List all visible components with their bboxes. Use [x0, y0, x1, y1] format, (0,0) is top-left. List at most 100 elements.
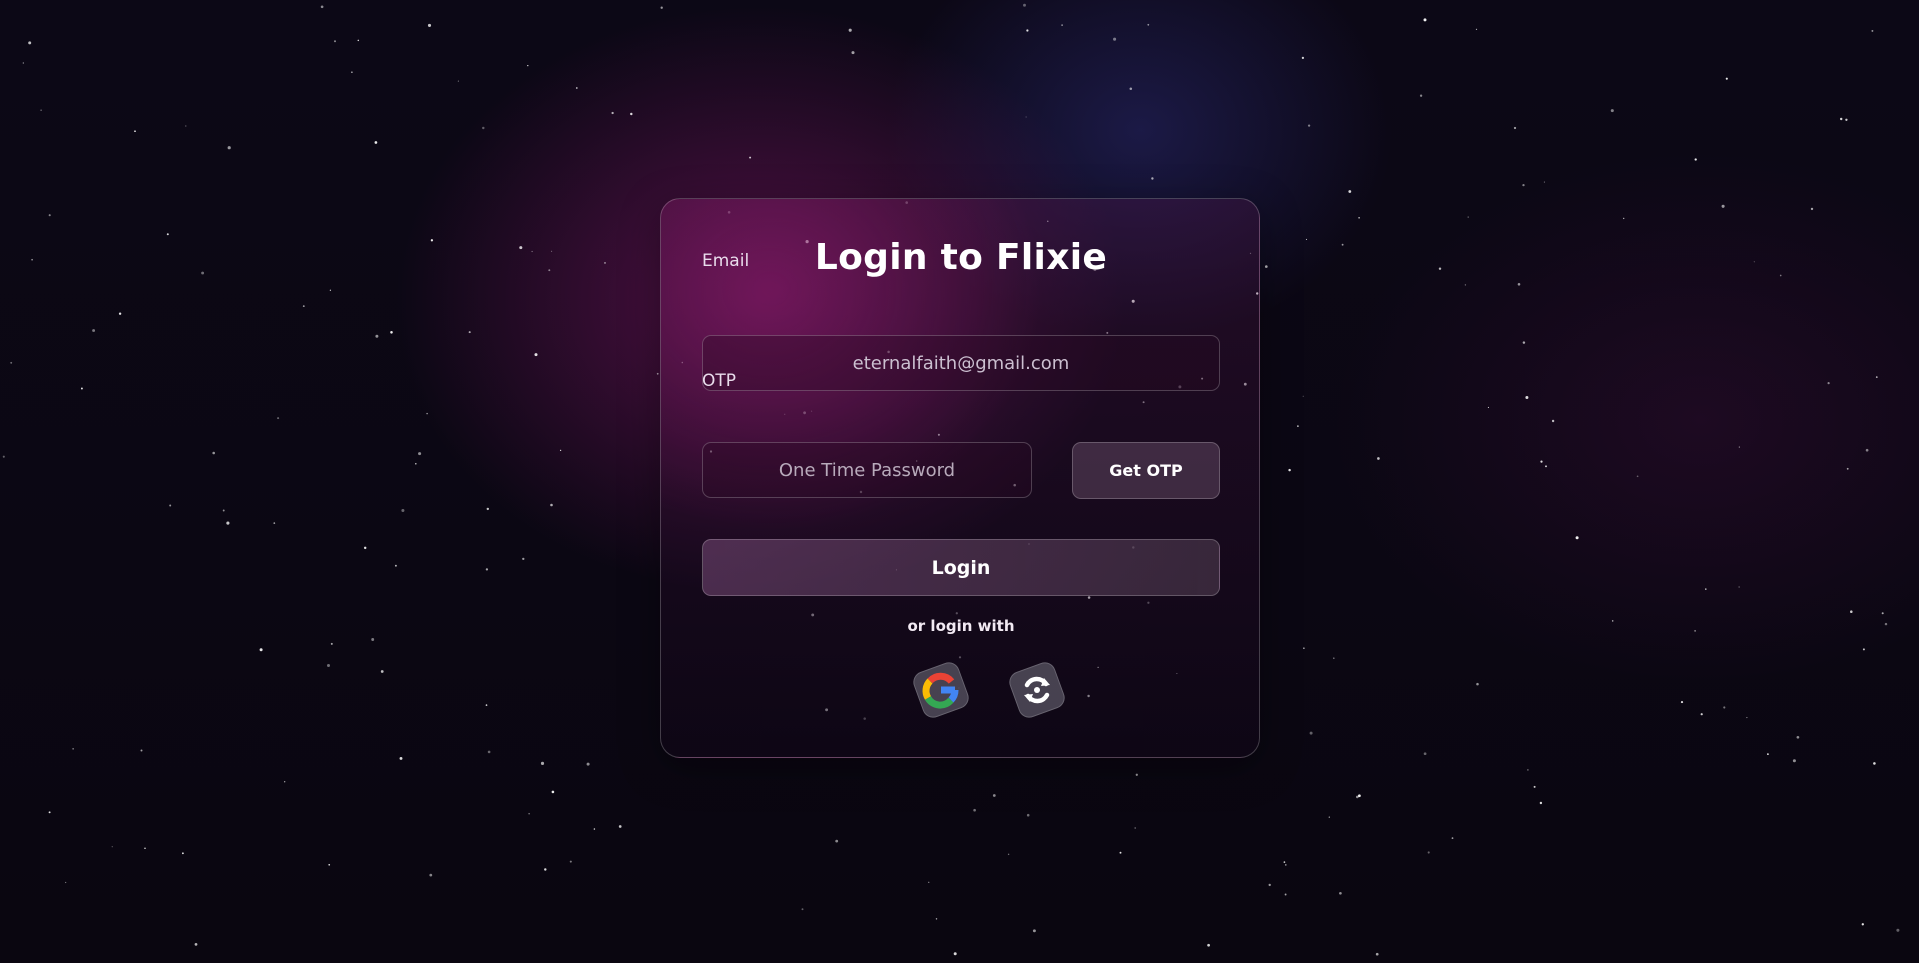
star — [430, 239, 434, 242]
star — [374, 141, 378, 144]
star — [485, 704, 488, 706]
star — [548, 269, 551, 272]
star — [1680, 701, 1684, 704]
login-card: Login to Flixie Email OTP Get OTP Login … — [660, 198, 1260, 758]
star — [1307, 124, 1311, 127]
star — [1540, 460, 1543, 463]
star — [1423, 18, 1427, 22]
star — [371, 638, 375, 641]
star — [415, 462, 417, 465]
star — [953, 952, 957, 956]
star — [22, 62, 24, 64]
star — [1543, 181, 1545, 183]
star — [801, 908, 804, 911]
star — [334, 40, 336, 43]
star — [28, 41, 32, 45]
star — [1575, 536, 1579, 540]
star — [118, 312, 122, 315]
star — [185, 125, 187, 127]
google-icon — [922, 672, 959, 709]
google-login-button[interactable] — [910, 659, 972, 721]
star — [1522, 183, 1525, 187]
star — [320, 5, 324, 9]
star — [80, 387, 83, 390]
star — [1475, 28, 1478, 31]
star — [1309, 731, 1313, 735]
star — [1147, 23, 1150, 26]
star — [848, 28, 852, 32]
star — [1333, 657, 1335, 659]
star — [540, 761, 545, 765]
star — [1545, 465, 1547, 468]
star — [1881, 612, 1884, 615]
star — [531, 250, 533, 253]
star — [1207, 943, 1210, 947]
star — [1513, 126, 1517, 130]
star — [380, 670, 384, 673]
star — [1419, 94, 1423, 97]
star — [1467, 216, 1469, 218]
star — [1328, 816, 1330, 818]
star — [1861, 923, 1864, 926]
page-title: Login to Flixie — [814, 237, 1108, 278]
star — [522, 557, 525, 561]
star — [10, 361, 13, 364]
star — [550, 503, 553, 507]
star — [328, 863, 331, 866]
login-button[interactable]: Login — [702, 539, 1220, 596]
star — [302, 305, 305, 308]
star — [468, 331, 471, 334]
star — [551, 250, 553, 252]
get-otp-button[interactable]: Get OTP — [1072, 442, 1220, 499]
otp-input[interactable] — [702, 442, 1032, 498]
refresh-cycle-icon — [1024, 676, 1050, 704]
star — [1134, 827, 1137, 829]
star — [273, 522, 276, 524]
star — [1129, 87, 1133, 90]
star — [569, 860, 572, 863]
star — [1135, 773, 1138, 776]
star — [1694, 158, 1697, 161]
star — [1517, 283, 1521, 286]
star — [1875, 376, 1878, 378]
star — [1283, 861, 1286, 863]
star — [1348, 190, 1352, 193]
star — [1839, 117, 1843, 121]
star — [1533, 785, 1536, 788]
star — [327, 664, 330, 667]
star — [1288, 468, 1291, 472]
star — [134, 130, 136, 133]
star — [1023, 3, 1026, 7]
star — [48, 811, 51, 814]
star — [656, 372, 659, 375]
star — [551, 790, 555, 794]
star — [92, 329, 96, 332]
star — [427, 23, 432, 27]
star — [1427, 851, 1430, 854]
star — [749, 156, 752, 159]
star — [201, 271, 205, 275]
star — [1636, 475, 1639, 478]
star — [1341, 243, 1344, 246]
star — [1767, 753, 1769, 755]
star — [2, 455, 5, 458]
star — [1896, 928, 1900, 932]
star — [604, 262, 606, 264]
star — [528, 813, 530, 815]
star — [1264, 265, 1268, 268]
email-label: Email — [702, 251, 750, 271]
star — [48, 214, 51, 217]
alt-provider-login-button[interactable] — [1006, 659, 1068, 721]
otp-label: OTP — [702, 371, 737, 391]
star — [1358, 216, 1360, 219]
star — [618, 825, 622, 828]
email-field[interactable] — [702, 335, 1220, 391]
star — [394, 564, 397, 567]
star — [1377, 457, 1380, 460]
star — [1464, 284, 1467, 286]
star — [485, 568, 489, 571]
star — [1297, 425, 1299, 427]
star — [973, 808, 976, 812]
star — [277, 417, 280, 420]
star — [1151, 177, 1154, 180]
